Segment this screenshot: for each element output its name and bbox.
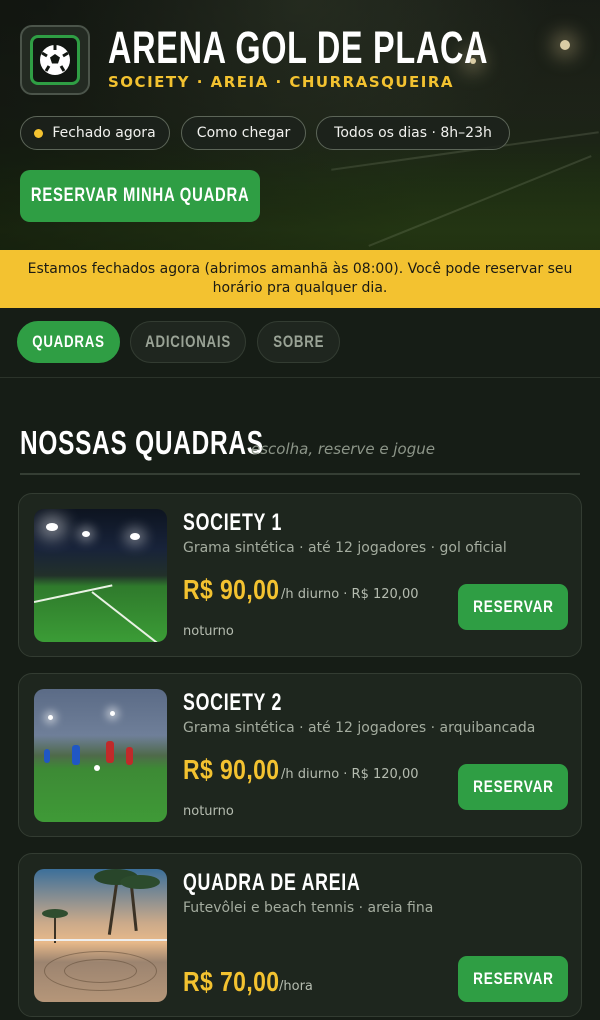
venue-title: ARENA GOL DE PLACA	[108, 22, 489, 73]
tab-bar: QUADRAS ADICIONAIS SOBRE	[0, 308, 600, 378]
reserve-court-button[interactable]: RESERVAR MINHA QUADRA	[20, 170, 260, 222]
court-photo	[34, 509, 167, 642]
soccer-ball-icon	[40, 45, 70, 75]
tab-adicionais[interactable]: ADICIONAIS	[130, 321, 246, 363]
directions-link[interactable]: Como chegar	[181, 116, 306, 150]
court-name: SOCIETY 2	[183, 689, 283, 716]
court-price: R$ 90,00	[183, 754, 280, 785]
tab-quadras[interactable]: QUADRAS	[17, 321, 120, 363]
court-name: SOCIETY 1	[183, 509, 283, 536]
reserve-button[interactable]: RESERVAR	[458, 764, 568, 810]
status-text: Fechado agora	[52, 125, 156, 141]
court-price-unit-night: noturno	[183, 624, 234, 639]
closed-notice-text: Estamos fechados agora (abrimos amanhã à…	[27, 261, 573, 296]
tab-label: QUADRAS	[32, 332, 105, 351]
court-card: SOCIETY 2 Grama sintética · até 12 jogad…	[18, 673, 582, 837]
status-pill: Fechado agora	[20, 116, 170, 150]
tab-label: SOBRE	[272, 332, 325, 351]
logo	[20, 25, 90, 95]
reserve-button[interactable]: RESERVAR	[458, 956, 568, 1002]
court-price-unit: /hora	[279, 979, 313, 994]
court-description: Grama sintética · até 12 jogadores · arq…	[183, 720, 536, 736]
court-card: QUADRA DE AREIA Futevôlei e beach tennis…	[18, 853, 582, 1017]
section-title: NOSSAS QUADRAS	[20, 424, 264, 461]
closed-notice-banner: Estamos fechados agora (abrimos amanhã à…	[0, 250, 600, 308]
hours-pill: Todos os dias · 8h–23h	[316, 116, 510, 150]
court-price: R$ 70,00	[183, 966, 280, 997]
reserve-label: RESERVAR	[472, 597, 554, 616]
venue-subtitle: SOCIETY · AREIA · CHURRASQUEIRA	[108, 73, 455, 91]
tab-sobre[interactable]: SOBRE	[257, 321, 340, 363]
section-divider	[20, 473, 580, 475]
court-card: SOCIETY 1 Grama sintética · até 12 jogad…	[18, 493, 582, 657]
court-description: Grama sintética · até 12 jogadores · gol…	[183, 540, 507, 556]
reserve-button[interactable]: RESERVAR	[458, 584, 568, 630]
court-price-unit: /h diurno · R$ 120,00	[281, 767, 419, 782]
section-subtitle: escolha, reserve e jogue	[251, 440, 435, 458]
court-name: QUADRA DE AREIA	[183, 869, 361, 896]
logo-frame	[30, 35, 80, 85]
court-price: R$ 90,00	[183, 574, 280, 605]
court-photo	[34, 689, 167, 822]
status-dot-icon	[34, 128, 44, 138]
court-description: Futevôlei e beach tennis · areia fina	[183, 900, 434, 916]
hero-header: ARENA GOL DE PLACA SOCIETY · AREIA · CHU…	[0, 0, 600, 250]
reserve-court-label: RESERVAR MINHA QUADRA	[30, 185, 250, 206]
reserve-label: RESERVAR	[472, 969, 554, 988]
directions-label: Como chegar	[196, 125, 291, 141]
court-price-unit: /h diurno · R$ 120,00	[281, 587, 419, 602]
hours-label: Todos os dias · 8h–23h	[334, 125, 492, 141]
reserve-label: RESERVAR	[472, 777, 554, 796]
court-price-unit-night: noturno	[183, 804, 234, 819]
tab-label: ADICIONAIS	[145, 332, 231, 351]
court-photo	[34, 869, 167, 1002]
